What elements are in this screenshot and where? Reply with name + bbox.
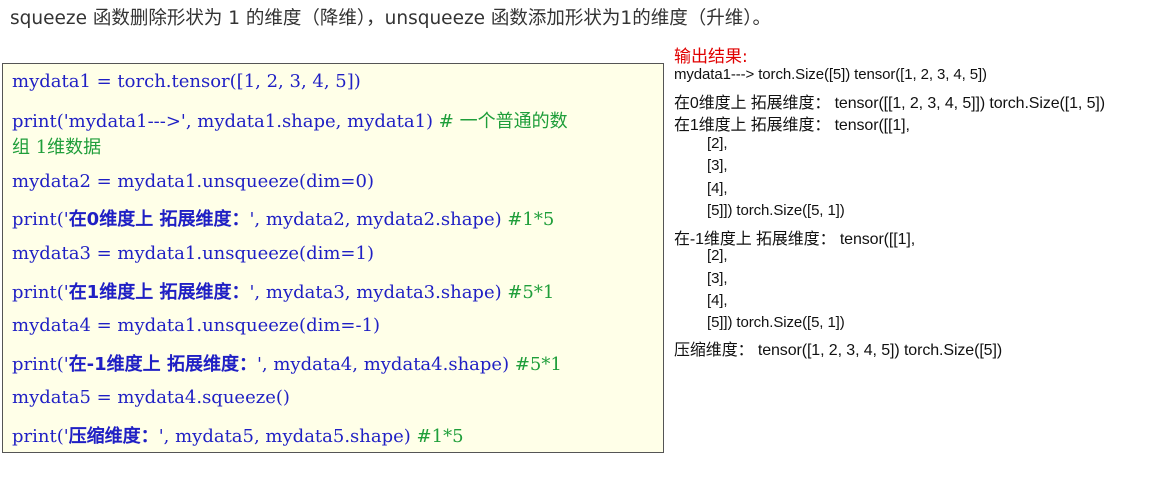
code-text: print(' <box>12 354 69 375</box>
code-line-6: print('在1维度上 拓展维度：', mydata3, mydata3.sh… <box>12 278 554 304</box>
code-comment: #5*1 <box>514 354 562 375</box>
code-line-7: mydata4 = mydata1.unsqueeze(dim=-1) <box>12 315 381 336</box>
code-chinese-text: 在0维度上 拓展维度： <box>68 209 250 230</box>
output-line: 压缩维度： tensor([1, 2, 3, 4, 5]) torch.Size… <box>674 342 1003 359</box>
code-comment: #5*1 <box>507 282 555 303</box>
code-line-2: print('mydata1--->', mydata1.shape, myda… <box>12 107 568 133</box>
code-comment-wrap: 组 1维数据 <box>12 137 102 158</box>
output-line: [3], <box>707 270 728 287</box>
code-block: mydata1 = torch.tensor([1, 2, 3, 4, 5]) … <box>2 63 664 453</box>
output-line: [3], <box>707 157 728 174</box>
output-line: [2], <box>707 135 728 152</box>
code-line-1: mydata1 = torch.tensor([1, 2, 3, 4, 5]) <box>12 71 361 92</box>
code-line-5: mydata3 = mydata1.unsqueeze(dim=1) <box>12 243 374 264</box>
code-comment: #1*5 <box>507 209 555 230</box>
output-line: mydata1---> torch.Size([5]) tensor([1, 2… <box>674 66 987 83</box>
output-line: [2], <box>707 247 728 264</box>
output-line: 在1维度上 拓展维度： tensor([[1], <box>674 117 910 134</box>
code-text: print(' <box>12 426 69 447</box>
intro-text: squeeze 函数删除形状为 1 的维度（降维），unsqueeze 函数添加… <box>10 8 771 29</box>
code-comment: #1*5 <box>416 426 464 447</box>
output-line: [5]]) torch.Size([5, 1]) <box>707 202 845 219</box>
code-text: ', mydata2, mydata2.shape) <box>249 209 508 230</box>
output-line: [4], <box>707 180 728 197</box>
output-line: [4], <box>707 292 728 309</box>
code-text: ', mydata3, mydata3.shape) <box>249 282 508 303</box>
code-comment: # 一个普通的数 <box>438 111 568 132</box>
output-line: 在-1维度上 拓展维度： tensor([[1], <box>674 231 916 248</box>
code-line-8: print('在-1维度上 拓展维度：', mydata4, mydata4.s… <box>12 350 562 376</box>
code-text: ', mydata4, mydata4.shape) <box>256 354 515 375</box>
code-text: print(' <box>12 282 69 303</box>
code-line-3: mydata2 = mydata1.unsqueeze(dim=0) <box>12 171 374 192</box>
code-chinese-text: 在-1维度上 拓展维度： <box>68 354 257 375</box>
code-chinese-text: 压缩维度： <box>68 426 159 447</box>
code-line-9: mydata5 = mydata4.squeeze() <box>12 387 290 408</box>
code-text: print('mydata1--->', mydata1.shape, myda… <box>12 111 439 132</box>
code-line-4: print('在0维度上 拓展维度：', mydata2, mydata2.sh… <box>12 205 554 231</box>
output-line: 在0维度上 拓展维度： tensor([[1, 2, 3, 4, 5]]) to… <box>674 95 1105 112</box>
code-text: ', mydata5, mydata5.shape) <box>158 426 417 447</box>
code-text: print(' <box>12 209 69 230</box>
code-line-10: print('压缩维度：', mydata5, mydata5.shape) #… <box>12 422 464 448</box>
code-chinese-text: 在1维度上 拓展维度： <box>68 282 250 303</box>
output-line: [5]]) torch.Size([5, 1]) <box>707 314 845 331</box>
output-title: 输出结果: <box>674 47 748 67</box>
